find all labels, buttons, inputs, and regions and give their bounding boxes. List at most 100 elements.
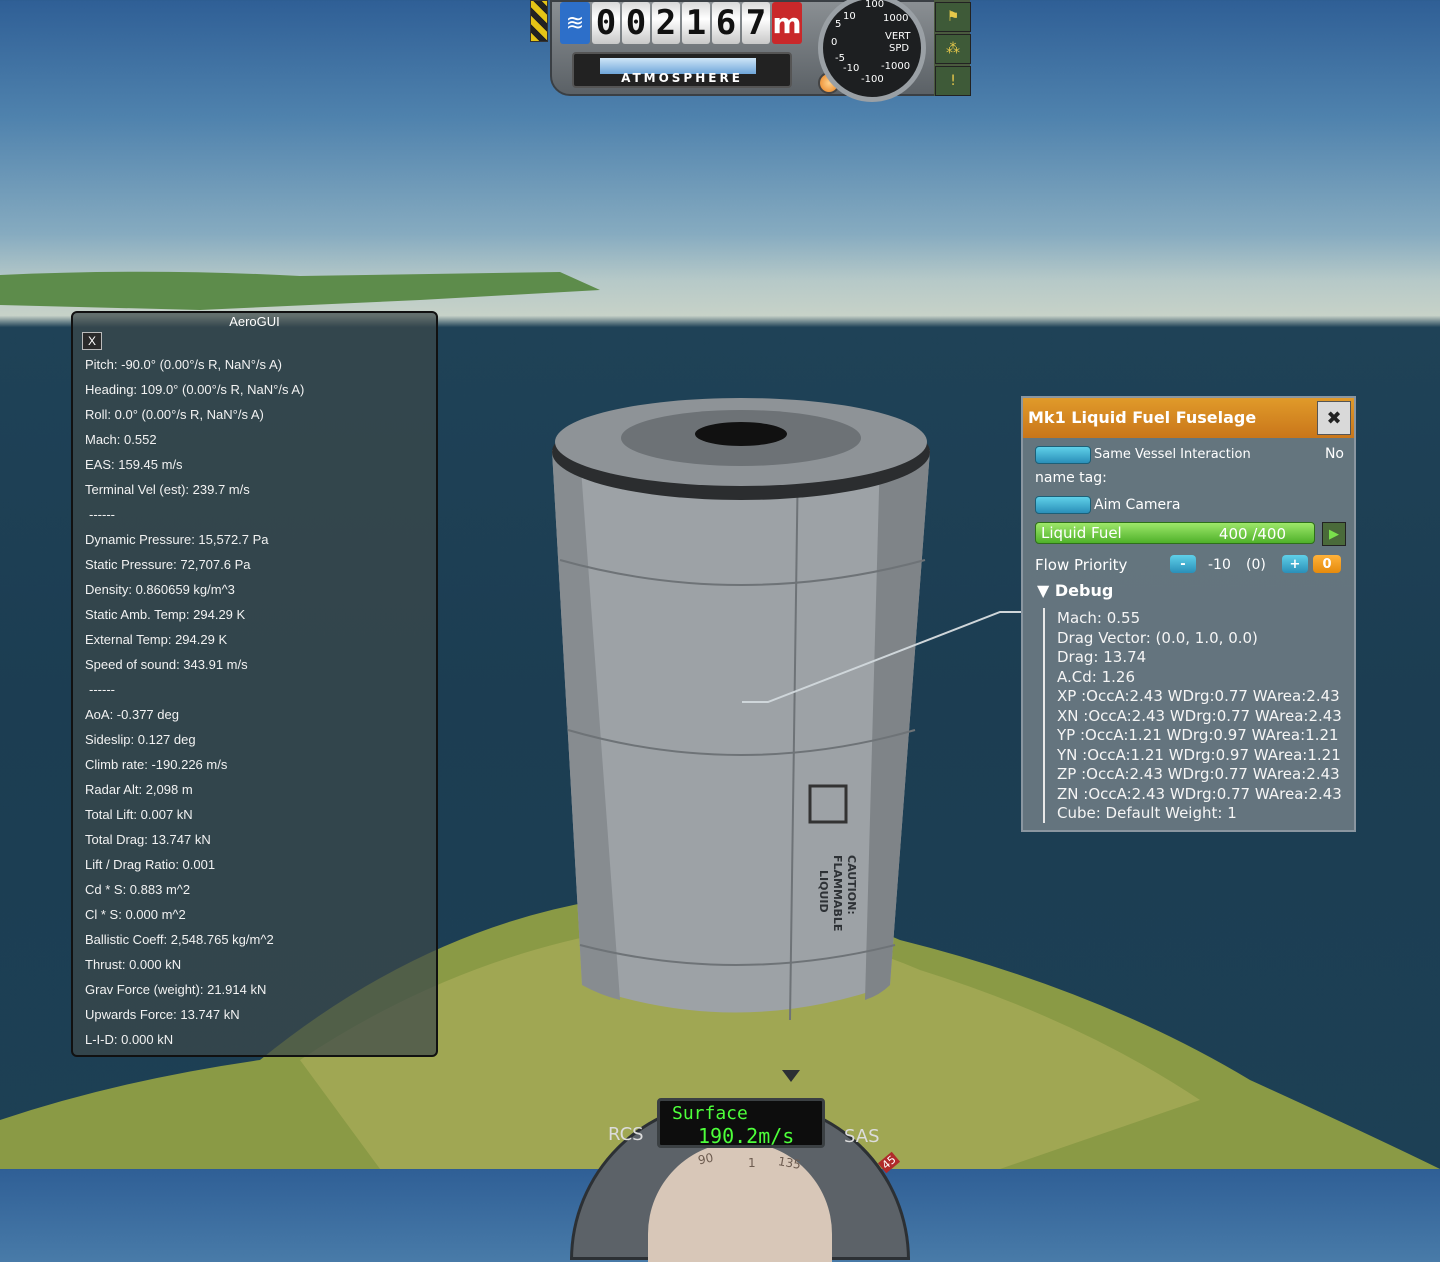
pin-button[interactable]: ✖ [1317,401,1351,435]
altitude-digit: 1 [682,2,710,44]
flag-icon[interactable]: ⚑ [935,2,971,32]
debug-readout-line: YN :OccA:1.21 WDrg:0.97 WArea:1.21 [1057,745,1341,764]
aerogui-readout-line: ------ [89,682,115,697]
speed-mode: Surface [672,1103,748,1124]
debug-label: Debug [1054,581,1114,600]
debug-readout-line: XP :OccA:2.43 WDrg:0.77 WArea:2.43 [1057,687,1340,705]
aerogui-title: AeroGUI [229,314,280,329]
tank-decal-line: LIQUID [817,870,830,913]
aim-camera-label: Aim Camera [1094,497,1181,513]
flow-priority-reset-button[interactable]: 0 [1313,555,1341,573]
fuel-tank [552,398,930,1021]
aerogui-readout-line: Terminal Vel (est): 239.7 m/s [85,482,250,497]
debug-readout-line: Cube: Default Weight: 1 [1057,804,1237,822]
pin-icon: ✖ [1326,407,1342,429]
side-button-strip: ⚑ ⁂ ! [934,0,971,96]
same-vessel-label: Same Vessel Interaction [1094,447,1251,462]
aerogui-readout-line: Total Drag: 13.747 kN [85,832,211,847]
debug-readout-line: A.Cd: 1.26 [1057,667,1135,686]
aerogui-readout-line: Lift / Drag Ratio: 0.001 [85,857,216,872]
navball-collapse-arrow[interactable] [782,1070,800,1082]
aerogui-window: AeroGUI X Pitch: -90.0° (0.00°/s R, NaN°… [71,311,438,1057]
dial-tick: 0 [831,37,838,48]
dial-tick: 10 [843,11,856,22]
aerogui-readout-line: AoA: -0.377 deg [85,707,179,722]
sas-toggle[interactable]: SAS [844,1126,880,1147]
debug-readout-line: XN :OccA:2.43 WDrg:0.77 WArea:2.43 [1057,706,1342,725]
debug-readout-line: ZP :OccA:2.43 WDrg:0.77 WArea:2.43 [1057,765,1340,783]
debug-readout-line: Drag Vector: (0.0, 1.0, 0.0) [1057,628,1258,647]
debug-readout-line: YP :OccA:1.21 WDrg:0.97 WArea:1.21 [1057,726,1339,744]
altimeter-panel: ≋ 0 0 2 1 6 7 m ATMOSPHERE 100 10 1000 5… [530,0,971,102]
fuel-name: Liquid Fuel [1041,524,1122,542]
aerogui-readout-line: EAS: 159.45 m/s [85,457,183,472]
sea-level-icon: ≋ [560,2,590,44]
aerogui-readout-line: L-I-D: 0.000 kN [85,1032,174,1047]
debug-readout-line: Mach: 0.55 [1057,609,1141,627]
atmosphere-label: ATMOSPHERE [621,71,743,85]
debug-toggle[interactable]: ▼ Debug [1037,581,1113,600]
tank-decal-line: FLAMMABLE [831,855,844,932]
dial-tick: -100 [861,74,884,85]
vert-label: SPD [889,43,910,54]
aerogui-readout-line: ------ [89,507,115,522]
flow-priority-value: -10 [1208,557,1231,573]
aerogui-readout-line: Static Amb. Temp: 294.29 K [85,607,246,622]
liquid-fuel-bar[interactable]: Liquid Fuel 400 /400 [1035,522,1315,544]
dial-tick: 100 [865,0,885,10]
altitude-digit: 7 [742,2,770,44]
part-header[interactable]: Mk1 Liquid Fuel Fuselage ✖ [1023,398,1354,438]
fuel-amount: 400 /400 [1218,525,1286,543]
crew-icon[interactable]: ⁂ [935,34,971,64]
speed-value: 190.2m/s [698,1124,795,1148]
speed-display[interactable]: Surface 190.2m/s [657,1098,825,1148]
close-button[interactable]: X [82,332,102,350]
flow-priority-default: (0) [1246,557,1266,573]
aerogui-readout-line: Ballistic Coeff: 2,548.765 kg/m^2 [85,932,274,947]
aim-camera-toggle[interactable] [1035,496,1091,514]
altitude-digit: 2 [652,2,680,44]
rcs-toggle[interactable]: RCS [608,1124,644,1145]
same-vessel-value: No [1324,446,1344,462]
aerogui-readout-line: Cl * S: 0.000 m^2 [85,907,186,922]
part-title: Mk1 Liquid Fuel Fuselage [1028,408,1257,427]
aerogui-readouts: Pitch: -90.0° (0.00°/s R, NaN°/s A) Headi… [85,357,304,1057]
heading-tick: 1 [748,1156,756,1170]
aerogui-readout-line: Pitch: -90.0° (0.00°/s R, NaN°/s A) [85,357,282,372]
debug-divider [1043,608,1045,823]
aerogui-readout-line: Upwards Force: 13.747 kN [85,1007,240,1022]
triangle-down-icon: ▼ [1037,581,1050,600]
debug-readout-line: ZN :OccA:2.43 WDrg:0.77 WArea:2.43 [1057,784,1342,803]
aerogui-readout-line: Cd * S: 0.883 m^2 [85,882,191,897]
aerogui-readout-line: Mach: 0.552 [85,432,157,447]
altitude-unit: m [772,2,802,44]
aerogui-readout-line: Sideslip: 0.127 deg [85,732,196,747]
alert-icon[interactable]: ! [935,66,971,96]
hazard-stripe [530,0,548,42]
aerogui-readout-line: External Temp: 294.29 K [85,632,228,647]
aerogui-readout-line: Speed of sound: 343.91 m/s [85,657,248,672]
same-vessel-toggle[interactable] [1035,446,1091,464]
aerogui-readout-line: Grav Force (weight): 21.914 kN [85,982,267,997]
dial-tick: -1000 [881,61,911,72]
dial-tick: 5 [835,19,842,30]
altitude-readout: ≋ 0 0 2 1 6 7 m [560,2,802,44]
aerogui-readout-line: Radar Alt: 2,098 m [85,782,193,797]
aerogui-readout-line: Heading: 109.0° (0.00°/s R, NaN°/s A) [85,382,305,397]
tank-top-hole [695,422,787,446]
flow-priority-minus-button[interactable]: - [1170,555,1196,573]
altitude-digit: 0 [592,2,620,44]
tank-decal-line: CAUTION: [845,855,858,915]
aerogui-readout-line: Thrust: 0.000 kN [85,957,182,972]
debug-readout-line: Drag: 13.74 [1057,648,1147,666]
fuel-flow-play-button[interactable]: ▶ [1322,522,1346,546]
atmosphere-gauge: ATMOSPHERE [572,52,792,88]
aerogui-readout-line: Static Pressure: 72,707.6 Pa [85,557,251,572]
aerogui-readout-line: Dynamic Pressure: 15,572.7 Pa [85,532,269,547]
flow-priority-plus-button[interactable]: + [1282,555,1308,573]
dial-tick: -10 [843,63,860,74]
dial-tick: 1000 [883,13,909,24]
navball-panel: Surface 190.2m/s RCS SAS 90 1 135 45 [560,1070,920,1262]
vert-label: VERT [885,31,911,42]
aerogui-readout-line: Roll: 0.0° (0.00°/s R, NaN°/s A) [85,407,264,422]
